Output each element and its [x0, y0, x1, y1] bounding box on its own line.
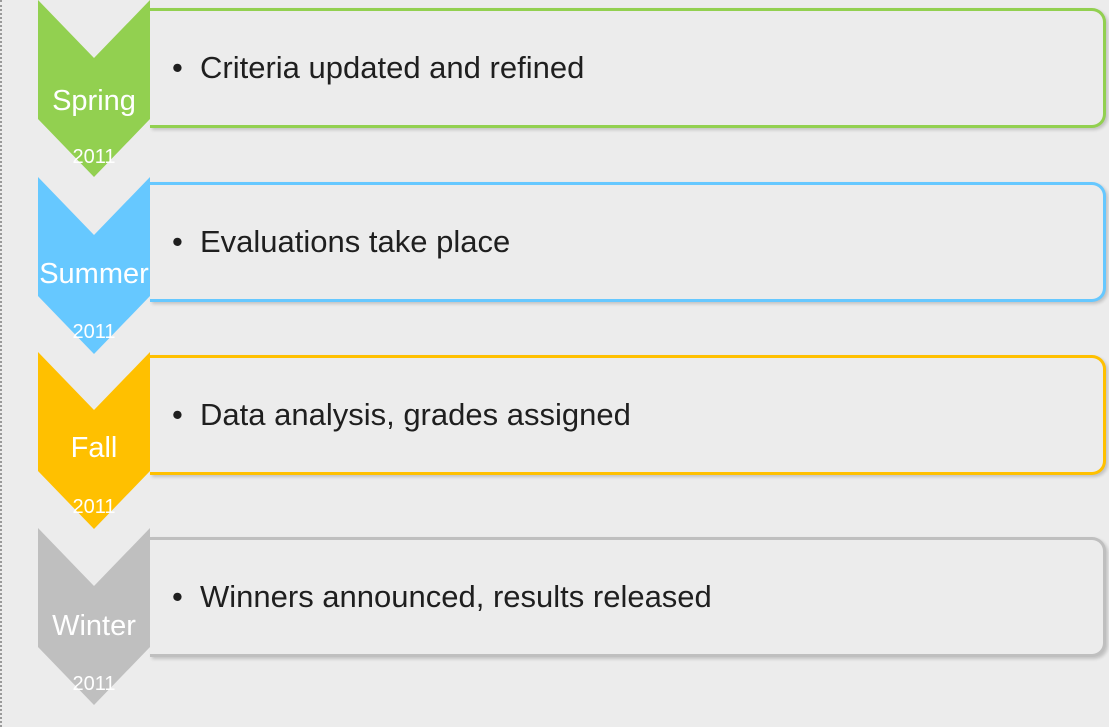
chevron-winter: Winter 2011	[38, 528, 150, 705]
year-label: 2011	[72, 673, 116, 695]
stage-description: Winners announced, results released	[200, 579, 712, 614]
process-diagram: • Criteria updated and refined Spring 20…	[0, 0, 1109, 727]
stage-card-spring: • Criteria updated and refined	[150, 8, 1106, 128]
season-label: Fall	[70, 432, 118, 464]
chevron-spring: Spring 2011	[38, 0, 150, 177]
stage-description: Criteria updated and refined	[200, 50, 585, 85]
stage-card-fall: • Data analysis, grades assigned	[150, 355, 1106, 475]
bullet-marker: •	[172, 397, 183, 432]
year-label: 2011	[72, 321, 116, 343]
stage-description: Evaluations take place	[200, 224, 511, 259]
stage-card-winter: • Winners announced, results released	[150, 537, 1106, 657]
year-label: 2011	[72, 496, 116, 518]
stage-card-summer: • Evaluations take place	[150, 182, 1106, 302]
season-label: Spring	[52, 85, 136, 117]
chevron-fall: Fall 2011	[38, 352, 150, 529]
bullet-marker: •	[172, 224, 183, 259]
bullet-marker: •	[172, 579, 183, 614]
year-label: 2011	[72, 146, 116, 168]
bullet-marker: •	[172, 50, 183, 85]
stage-description: Data analysis, grades assigned	[200, 397, 631, 432]
season-label: Summer	[39, 258, 149, 290]
season-label: Winter	[52, 610, 136, 642]
chevron-summer: Summer 2011	[38, 177, 150, 354]
